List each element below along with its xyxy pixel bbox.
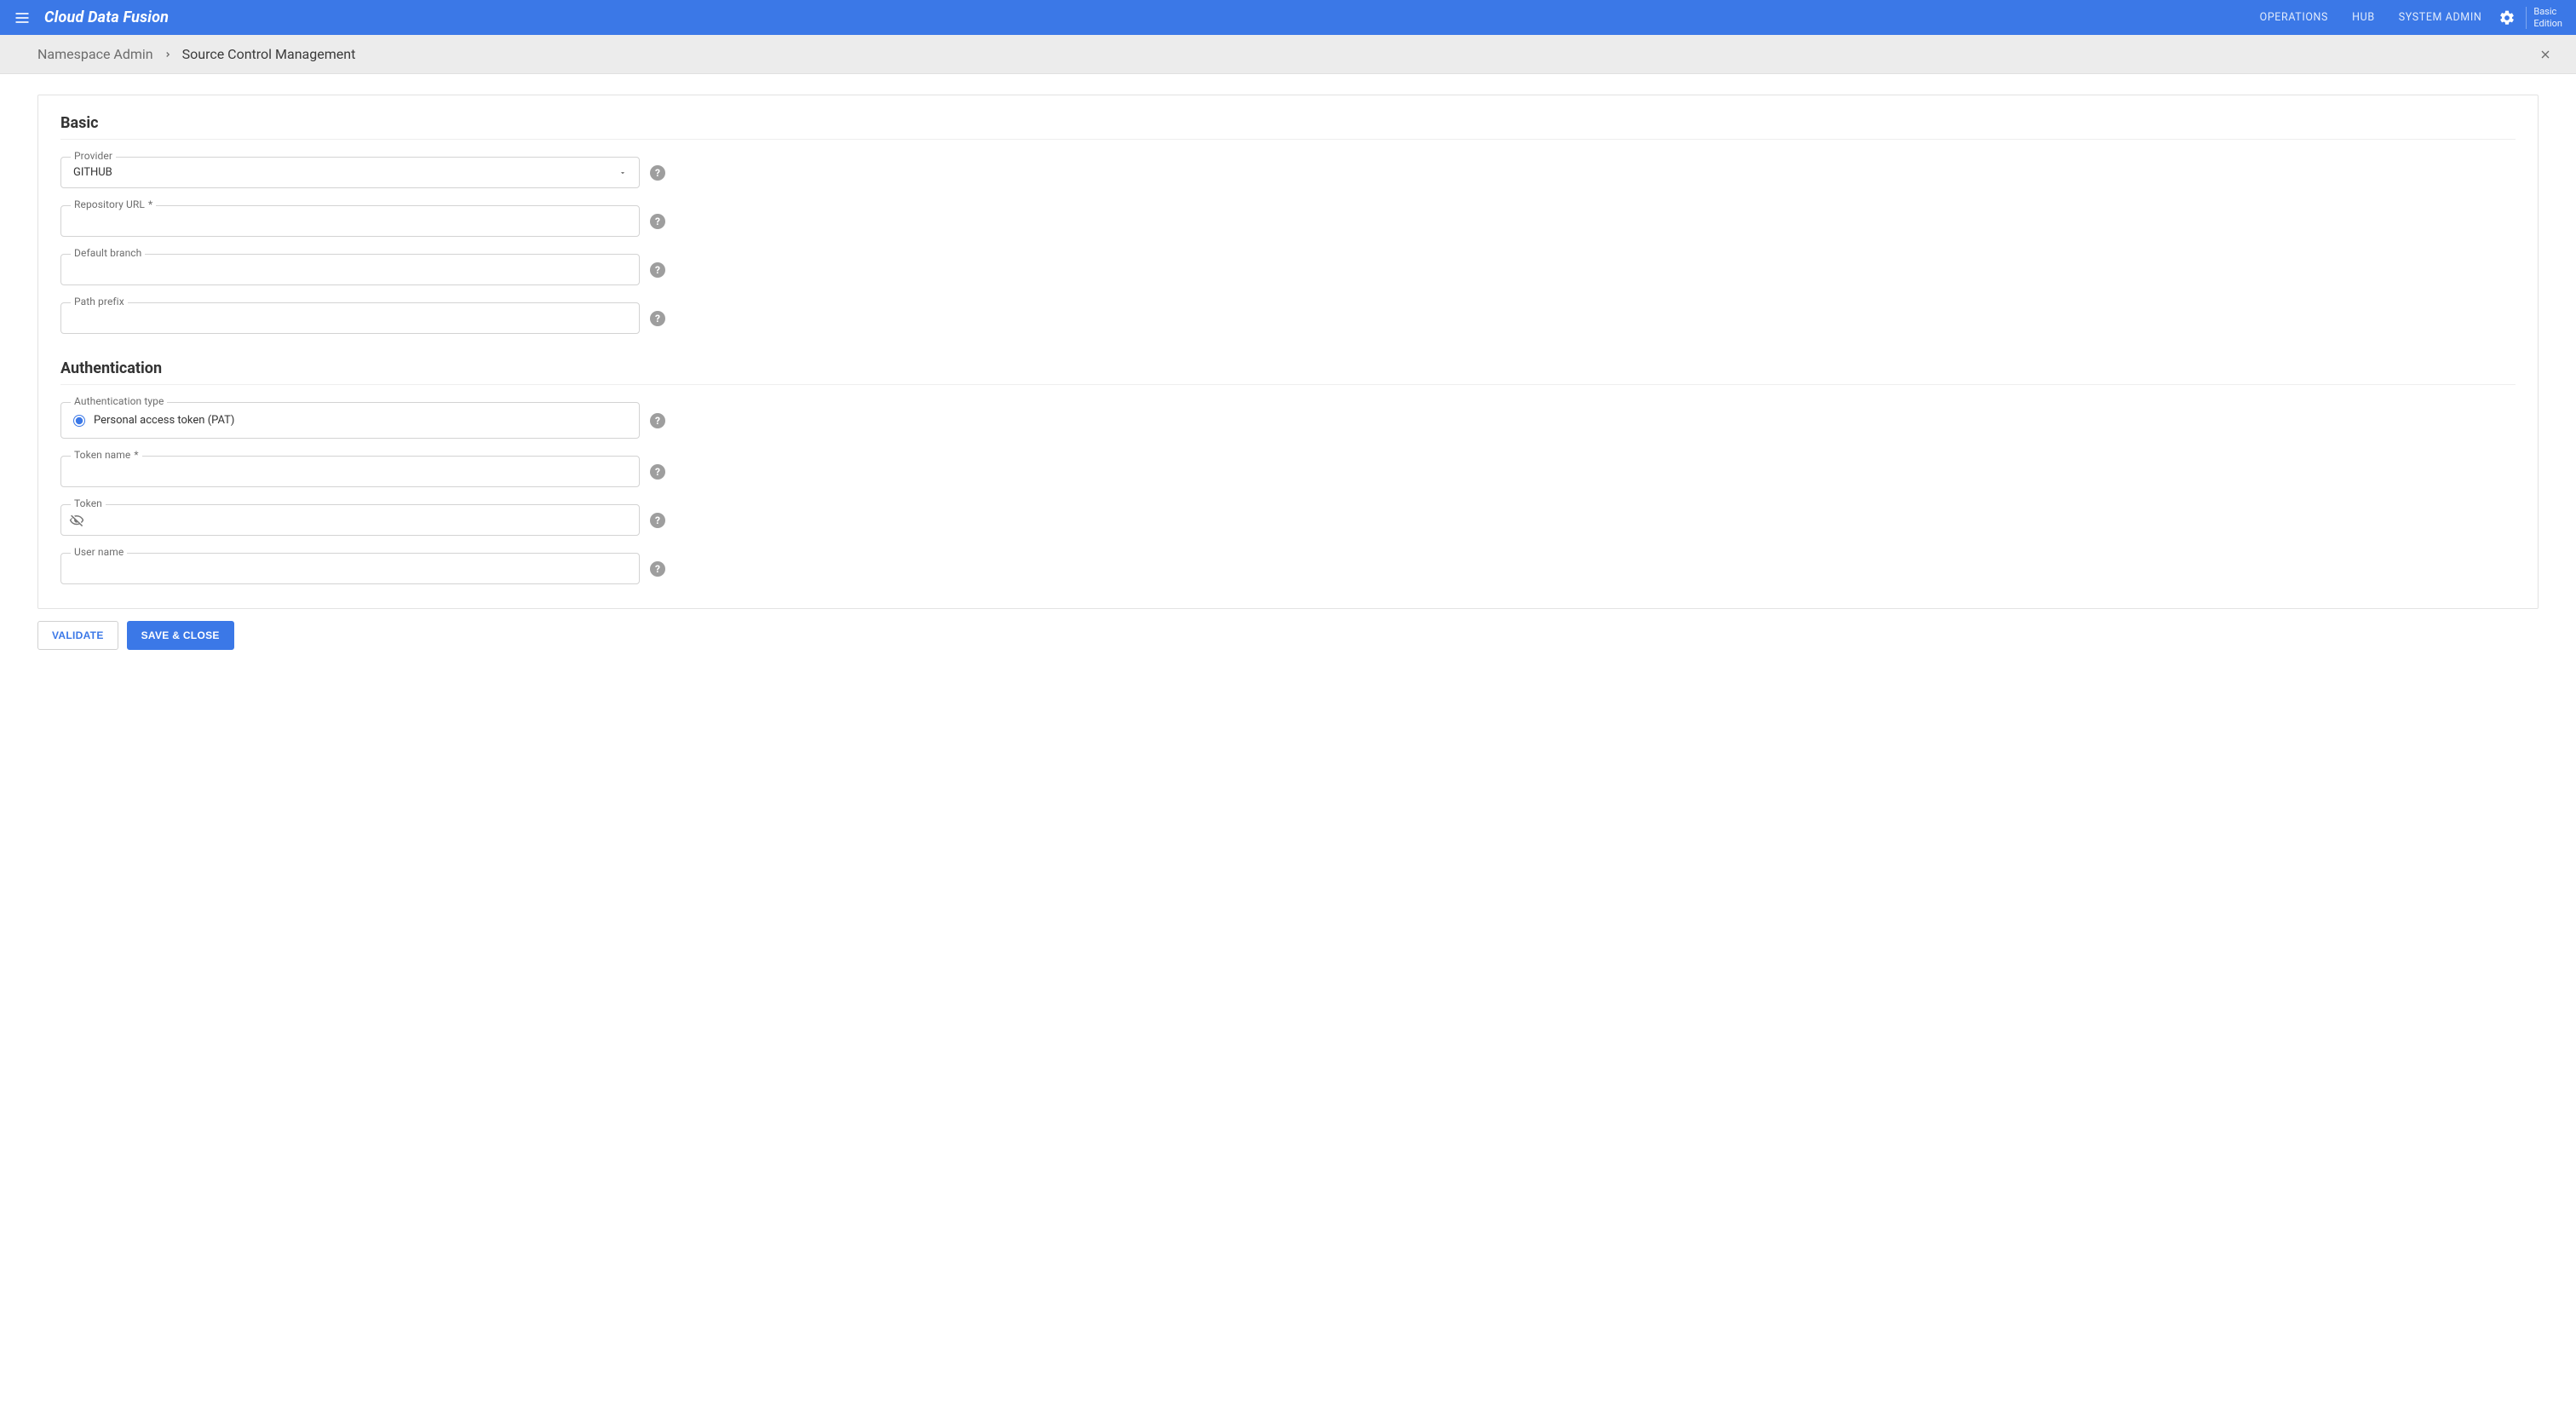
auth-type-radio-pat[interactable] [73,415,85,427]
chevron-right-icon [164,50,172,59]
row-path-prefix: Path prefix ? [60,302,665,334]
row-auth-type: Authentication type Personal access toke… [60,402,665,439]
row-repo-url: Repository URL * ? [60,205,665,237]
section-divider [60,139,2516,140]
label-auth-type: Authentication type [71,395,167,407]
config-card: Basic Provider GITHUB ? Repository URL *… [37,95,2539,609]
label-default-branch: Default branch [71,247,145,259]
label-path-prefix: Path prefix [71,296,128,307]
breadcrumb-parent[interactable]: Namespace Admin [37,46,153,62]
help-icon[interactable]: ? [650,165,665,181]
section-title-auth: Authentication [60,359,2516,377]
settings-button[interactable] [2493,4,2521,32]
appbar-divider [2526,7,2527,29]
nav-operations[interactable]: OPERATIONS [2248,11,2340,24]
app-bar: Cloud Data Fusion OPERATIONS HUB SYSTEM … [0,0,2576,35]
row-provider: Provider GITHUB ? [60,157,665,188]
token-input[interactable] [60,504,640,536]
token-name-input[interactable] [60,456,640,487]
provider-select[interactable]: GITHUB [60,157,640,188]
label-token: Token [71,497,106,509]
label-provider: Provider [71,150,116,162]
visibility-off-icon[interactable] [69,513,84,528]
label-user-name: User name [71,546,127,558]
help-icon[interactable]: ? [650,262,665,278]
hamburger-menu-button[interactable] [9,4,36,32]
edition-badge: Basic Edition [2533,6,2567,28]
row-token-name: Token name * ? [60,456,665,487]
hamburger-icon [14,9,31,26]
close-button[interactable] [2535,44,2556,65]
close-icon [2539,48,2552,61]
gear-icon [2498,9,2516,26]
user-name-input[interactable] [60,553,640,584]
section-title-basic: Basic [60,114,2516,132]
validate-button[interactable]: VALIDATE [37,621,118,650]
auth-type-option-label: Personal access token (PAT) [94,414,234,427]
provider-value: GITHUB [73,166,112,179]
help-icon[interactable]: ? [650,464,665,480]
edition-line1: Basic [2533,6,2562,17]
help-icon[interactable]: ? [650,413,665,428]
label-token-name: Token name * [71,449,142,461]
label-repo-url: Repository URL * [71,198,156,210]
edition-line2: Edition [2533,18,2562,29]
breadcrumb-bar: Namespace Admin Source Control Managemen… [0,35,2576,74]
brand-title: Cloud Data Fusion [44,9,169,26]
default-branch-input[interactable] [60,254,640,285]
save-close-button[interactable]: SAVE & CLOSE [127,621,234,650]
footer-actions: VALIDATE SAVE & CLOSE [0,621,2576,675]
nav-system-admin[interactable]: SYSTEM ADMIN [2387,11,2494,24]
help-icon[interactable]: ? [650,561,665,577]
nav-hub[interactable]: HUB [2340,11,2387,24]
caret-down-icon [618,169,627,177]
row-default-branch: Default branch ? [60,254,665,285]
auth-type-group: Personal access token (PAT) [60,402,640,439]
path-prefix-input[interactable] [60,302,640,334]
row-token: Token ? [60,504,665,536]
breadcrumb-current: Source Control Management [182,46,356,62]
help-icon[interactable]: ? [650,214,665,229]
row-user-name: User name ? [60,553,665,584]
section-divider [60,384,2516,385]
help-icon[interactable]: ? [650,513,665,528]
help-icon[interactable]: ? [650,311,665,326]
